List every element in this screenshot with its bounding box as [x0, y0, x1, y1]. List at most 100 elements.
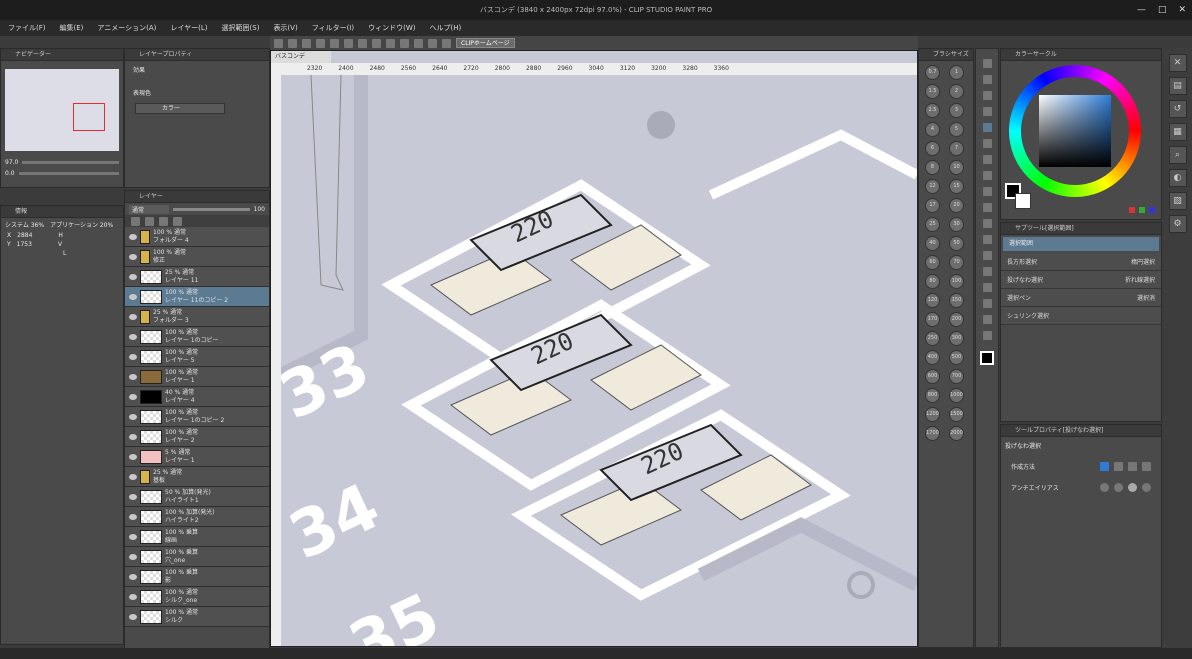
layer-name[interactable]: シルク — [165, 617, 198, 625]
new-layer-icon[interactable] — [131, 217, 140, 226]
sub-tool-item[interactable]: 長方形選択 — [1007, 257, 1037, 266]
eye-icon[interactable] — [129, 513, 137, 520]
brush-size-option[interactable]: 12 — [925, 179, 940, 194]
airbrush-tool-icon[interactable] — [982, 203, 992, 212]
brush-size-option[interactable]: 3 — [949, 103, 964, 118]
layer-name[interactable]: レイヤー 11 — [165, 277, 198, 285]
eye-icon[interactable] — [129, 293, 137, 300]
brush-size-option[interactable]: 400 — [925, 350, 940, 365]
clear-icon[interactable] — [344, 38, 353, 48]
sub-tool-item[interactable]: シュリンク選択 — [1007, 311, 1049, 320]
layer-name[interactable]: レイヤー 1 — [165, 377, 198, 385]
brush-size-option[interactable]: 7 — [949, 141, 964, 156]
menu-file[interactable]: ファイル(F) — [8, 23, 46, 33]
brush-size-option[interactable]: 800 — [925, 388, 940, 403]
eye-icon[interactable] — [129, 313, 137, 320]
eye-icon[interactable] — [129, 533, 137, 540]
brush-size-option[interactable]: 500 — [949, 350, 964, 365]
menu-view[interactable]: 表示(V) — [273, 23, 297, 33]
mask-icon[interactable] — [159, 217, 168, 226]
brush-size-option[interactable]: 2000 — [949, 426, 964, 441]
layer-name[interactable]: シルク_one — [165, 597, 198, 605]
brush-tool-icon[interactable] — [982, 187, 992, 196]
save-icon[interactable] — [302, 38, 311, 48]
new-folder-icon[interactable] — [145, 217, 154, 226]
eye-icon[interactable] — [129, 413, 137, 420]
text-tool-icon[interactable] — [982, 283, 992, 292]
red-chip[interactable] — [1129, 207, 1135, 213]
brush-size-option[interactable]: 1 — [949, 65, 964, 80]
eye-icon[interactable] — [129, 573, 137, 580]
brush-size-option[interactable]: 150 — [949, 293, 964, 308]
layer-name[interactable]: レイヤー 1 — [165, 457, 195, 465]
layer-row[interactable]: 100 % 乗算影 — [125, 567, 269, 587]
layer-row[interactable]: 100 % 乗算 穴_one — [125, 547, 269, 567]
eye-icon[interactable] — [129, 433, 137, 440]
brush-size-option[interactable]: 6 — [925, 141, 940, 156]
gradient-tool-icon[interactable] — [982, 251, 992, 260]
brush-size-option[interactable]: 2.5 — [925, 103, 940, 118]
layer-row[interactable]: 5 % 通常 レイヤー 1 — [125, 447, 269, 467]
brush-size-option[interactable]: 50 — [949, 236, 964, 251]
delete-layer-icon[interactable] — [173, 217, 182, 226]
layer-name[interactable]: 影 — [165, 577, 198, 585]
menu-selection[interactable]: 選択範囲(S) — [222, 23, 260, 33]
sidebar-search-icon[interactable]: ⌕ — [1168, 146, 1187, 164]
layer-name[interactable]: 修正 — [153, 257, 186, 265]
ruler-tool-icon[interactable] — [982, 315, 992, 324]
eye-icon[interactable] — [129, 253, 137, 260]
minimize-button[interactable]: — — [1137, 5, 1146, 15]
antialias-weak-icon[interactable] — [1114, 483, 1123, 492]
eye-icon[interactable] — [129, 353, 137, 360]
layer-row[interactable]: 100 % 通常 修正 — [125, 247, 269, 267]
canvas-tab[interactable]: バスコンデ — [271, 51, 331, 63]
brush-size-option[interactable]: 25 — [925, 217, 940, 232]
pencil-tool-icon[interactable] — [982, 171, 992, 180]
brush-size-option[interactable]: 2 — [949, 84, 964, 99]
sidebar-layer-icon[interactable]: ▦ — [1168, 123, 1187, 141]
eye-icon[interactable] — [129, 473, 137, 480]
deselect-icon[interactable] — [386, 38, 395, 48]
layer-row[interactable]: 100 % 通常 レイヤー 2 — [125, 427, 269, 447]
eye-icon[interactable] — [129, 373, 137, 380]
layer-name[interactable]: 線画 — [165, 537, 198, 545]
brush-size-option[interactable]: 1.5 — [925, 84, 940, 99]
invert-selection-icon[interactable] — [400, 38, 409, 48]
brush-size-option[interactable]: 80 — [925, 274, 940, 289]
redo-icon[interactable] — [330, 38, 339, 48]
layer-name[interactable]: ハイライト2 — [165, 517, 215, 525]
menu-window[interactable]: ウィンドウ(W) — [368, 23, 415, 33]
saturation-square[interactable] — [1039, 95, 1111, 167]
layer-name[interactable]: レイヤー 2 — [165, 437, 198, 445]
eye-icon[interactable] — [129, 233, 137, 240]
brush-size-option[interactable]: 1500 — [949, 407, 964, 422]
sidebar-close-icon[interactable]: ✕ — [1168, 54, 1187, 72]
layer-row[interactable]: 50 % 加算(発光) ハイライト1 — [125, 487, 269, 507]
layer-row[interactable]: 25 % 通常 フォルダー 3 — [125, 307, 269, 327]
layer-row[interactable]: 100 % 通常 シルク — [125, 607, 269, 627]
layer-row[interactable]: 40 % 通常 レイヤー 4 — [125, 387, 269, 407]
move-tool-icon[interactable] — [982, 75, 992, 84]
hue-ring[interactable] — [1009, 65, 1141, 197]
settings-icon[interactable] — [442, 38, 451, 48]
layer-name[interactable]: フォルダー 3 — [153, 317, 189, 325]
brush-size-option[interactable]: 120 — [925, 293, 940, 308]
eye-icon[interactable] — [129, 333, 137, 340]
clip-home-button[interactable]: CLIPホームページ — [456, 38, 515, 48]
brush-size-option[interactable]: 1700 — [925, 426, 940, 441]
brush-size-option[interactable]: 8 — [925, 160, 940, 175]
brush-size-option[interactable]: 10 — [949, 160, 964, 175]
layer-name[interactable]: 基板 — [153, 477, 182, 485]
sub-tool-item[interactable]: 投げなわ選択 — [1007, 275, 1043, 284]
layer-row[interactable]: 100 % 加算(発光) ハイライト2 — [125, 507, 269, 527]
operation-tool-icon[interactable] — [982, 91, 992, 100]
brush-size-option[interactable]: 250 — [925, 331, 940, 346]
menu-filter[interactable]: フィルター(I) — [312, 23, 354, 33]
menu-layer[interactable]: レイヤー(L) — [170, 23, 207, 33]
eyedropper-tool-icon[interactable] — [982, 139, 992, 148]
sidebar-settings-icon[interactable]: ⚙ — [1168, 215, 1187, 233]
layer-row[interactable]: 100 % 乗算 線画 — [125, 527, 269, 547]
menu-help[interactable]: ヘルプ(H) — [429, 23, 461, 33]
opacity-slider[interactable] — [173, 207, 250, 211]
transform-icon[interactable] — [372, 38, 381, 48]
